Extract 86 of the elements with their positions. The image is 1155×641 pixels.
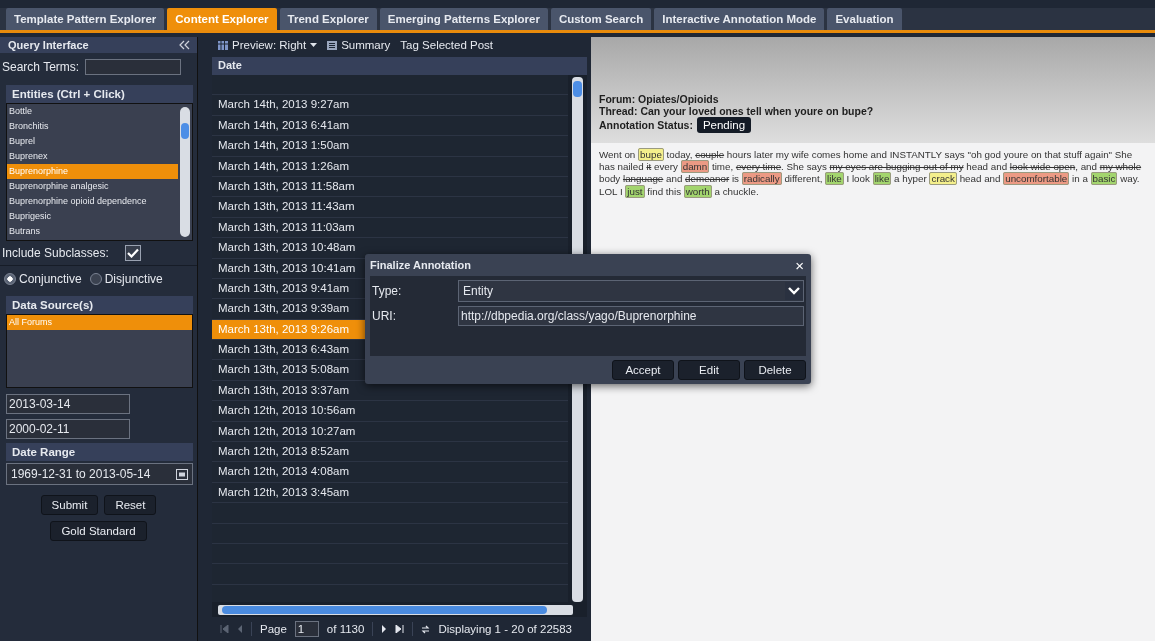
tab[interactable]: Trend Explorer [279,8,377,30]
dialog-title: Finalize Annotation [370,259,472,271]
tab[interactable]: Emerging Patterns Explorer [379,8,548,30]
annotation-tag[interactable]: damn [680,160,710,174]
status-label: Annotation Status: [599,119,693,131]
list-icon [327,40,338,50]
annotation-tag[interactable]: like [825,172,844,186]
page-count: of 1130 [326,623,365,635]
checkbox-label: Include Subclasses: [2,246,109,260]
date-row[interactable]: March 14th, 2013 6:41am [212,115,568,137]
annotation-tag[interactable]: like [872,172,892,186]
annotation-tag[interactable]: just [625,184,645,198]
date-range-field[interactable]: 1969-12-31 to 2013-05-14 [6,463,193,485]
section-header: Date Range [6,443,193,461]
section-header: Entities (Ctrl + Click) [6,85,193,103]
field-label: URI: [372,308,397,323]
next-page-icon[interactable] [381,625,388,633]
dialog-button[interactable]: Delete [744,360,806,380]
entity-item[interactable]: Butrans [7,224,178,239]
first-page-icon[interactable] [220,625,229,633]
tag-post-button[interactable]: Tag Selected Post [400,39,494,51]
annotation-tag[interactable]: radically [741,172,782,186]
collapse-icon[interactable] [179,40,191,50]
date-row[interactable]: March 12th, 2013 4:08am [212,462,568,483]
date-row[interactable]: March 14th, 2013 1:50am [212,136,568,157]
calendar-icon[interactable] [176,468,188,480]
date-row[interactable]: March 13th, 2013 11:43am [212,197,568,218]
radio-option[interactable]: Disjunctive [89,272,163,286]
date-field[interactable]: 2000-02-11 [6,419,130,439]
preview-menu[interactable]: Preview: Right [218,39,318,51]
caret-icon [310,43,318,47]
close-button[interactable]: × [793,256,806,274]
entity-item[interactable]: Bronchitis [7,119,178,134]
dialog-button[interactable]: Accept [612,360,674,380]
date-row[interactable]: March 13th, 2013 11:58am [212,176,568,198]
annotation-tag[interactable]: basic [1090,172,1118,186]
column-header[interactable]: Date [212,57,587,75]
date-row[interactable]: March 14th, 2013 9:27am [212,95,568,116]
page-field[interactable]: 1 [294,621,319,637]
panel-title: Query Interface [8,39,89,51]
reference-set-button[interactable]: Gold Standard [50,521,147,541]
date-row[interactable]: March 12th, 2013 10:27am [212,421,568,443]
annotation-tag[interactable]: crack [929,172,957,186]
tab[interactable]: Template Pattern Explorer [6,8,165,30]
dialog-button[interactable]: Edit [678,360,740,380]
page-label: Page [260,623,287,635]
entity-item[interactable]: Buprenex [7,149,178,164]
search-label: Search Terms: [2,60,80,74]
type-dropdown[interactable]: Entity [458,279,804,302]
date-row[interactable]: March 14th, 2013 1:26am [212,156,568,177]
section-header: Data Source(s) [6,296,193,314]
tab[interactable]: Custom Search [550,8,652,30]
scrollbar[interactable] [180,107,190,237]
radio-option[interactable]: Conjunctive [4,272,82,286]
search-field[interactable] [85,59,182,75]
entity-item[interactable]: Buprigesic [7,209,178,224]
uri-field[interactable]: http://dbpedia.org/class/yago/Buprenorphine [458,305,804,326]
entity-item[interactable]: Buprel [7,134,178,149]
action-button[interactable]: Submit [40,495,99,515]
entity-item[interactable]: Buprenorphine opioid dependence [7,194,178,209]
post-text: Went on bupe today, couple hours later my wife comes home and INSTANTLY says "oh god youre on that stuff again" She has nailed it every damn time, every time. She says my eyes are bugging out of my head and look wide open, and my whole body language and demeanor is radically different, like I look like a hyper crack head and uncomfortable in a basic way. LOL I just find this worth a chuckle. [598,147,1143,200]
refresh-icon[interactable] [421,624,431,634]
scrollbar[interactable] [218,605,573,615]
status-badge: Pending [696,117,752,133]
entity-item[interactable]: Bottle [7,104,178,119]
annotation-tag[interactable]: worth [683,184,712,198]
annotation-tag[interactable]: bupe [638,148,664,161]
date-row[interactable]: March 13th, 2013 11:03am [212,217,568,239]
previous-page-icon[interactable] [237,625,243,633]
last-page-icon[interactable] [395,625,405,633]
date-row[interactable]: March 12th, 2013 8:52am [212,442,568,463]
date-row[interactable]: March 12th, 2013 10:56am [212,401,568,422]
action-button[interactable]: Reset [104,495,157,515]
tab[interactable]: Interactive Annotation Mode [654,8,825,30]
summary-button[interactable]: Summary [327,39,391,51]
entity-item[interactable]: Buprenorphine analgesic [7,179,178,194]
forum-label: Forum: Opiates/Opioids [599,93,720,105]
displaying-text: Displaying 1 - 20 of 22583 [438,623,572,635]
date-row[interactable]: March 12th, 2013 3:45am [212,482,568,504]
tab[interactable]: Evaluation [827,8,902,30]
grid-icon [218,40,228,50]
annotation-tag[interactable]: uncomfortable [1003,172,1070,186]
thread-title: Thread: Can your loved ones tell when youre on bupe? [599,105,875,117]
date-field[interactable]: 2013-03-14 [6,394,130,414]
checkbox[interactable] [124,245,141,261]
field-label: Type: [372,283,403,298]
